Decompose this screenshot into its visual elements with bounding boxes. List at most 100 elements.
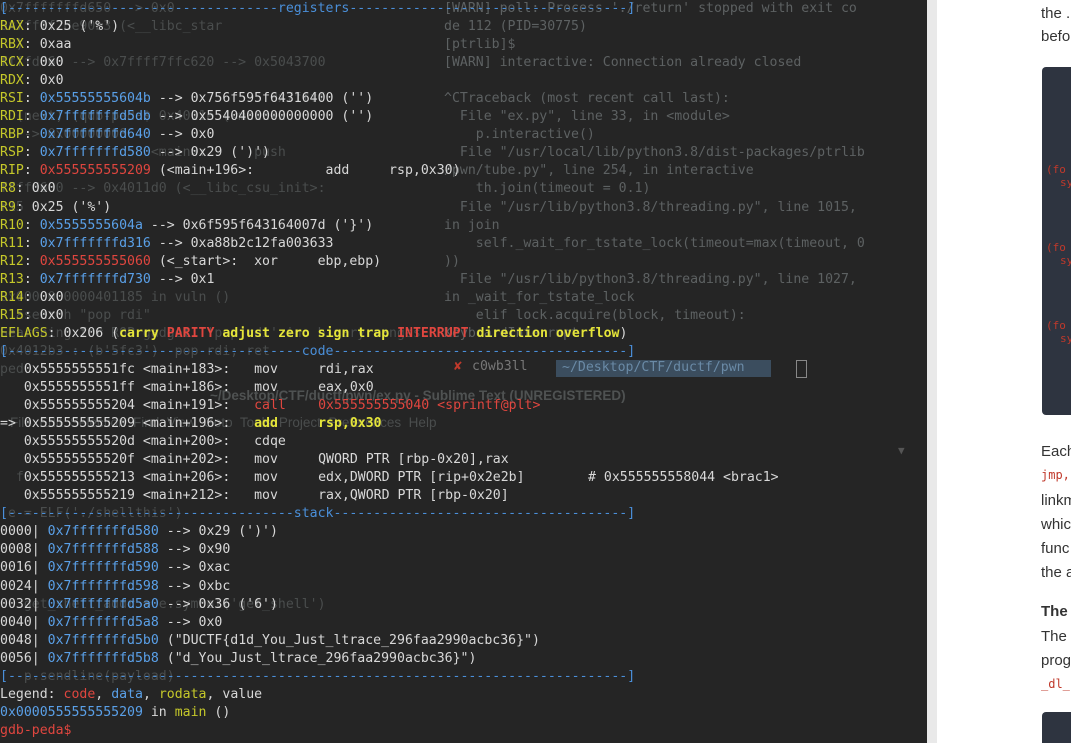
instruction-address: 0x55555555520d <main+200>: xyxy=(23,434,231,450)
stack-address: 0x7fffffffd598 xyxy=(47,578,159,594)
stack-offset: 0024| xyxy=(0,578,40,594)
register-row: R9: 0x25 ('%') xyxy=(0,199,779,217)
stack-offset: 0056| xyxy=(0,650,40,666)
doc-text: befo xyxy=(1041,28,1071,45)
instruction-operands: eax,0x0 xyxy=(318,379,374,395)
stack-row: 0008| 0x7fffffffd588 --> 0x90 xyxy=(0,541,779,559)
separator xyxy=(40,651,48,666)
register-value: 0x0 xyxy=(39,307,64,323)
instruction-address: 0x5555555551fc <main+183>: xyxy=(23,361,231,377)
eflag: overflow xyxy=(555,325,620,341)
current-instruction-marker xyxy=(0,398,24,413)
instruction-operands: QWORD PTR [rbp-0x20],rax xyxy=(318,452,509,468)
section-header: [----------------------------------regis… xyxy=(0,1,636,16)
panel-edge xyxy=(927,0,937,743)
separator xyxy=(230,398,254,413)
instruction-mnemonic: mov xyxy=(254,379,278,395)
code-row: 0x5555555551fc <main+183>: mov rdi,rax xyxy=(0,361,779,379)
doc-text: the a xyxy=(1041,564,1071,581)
current-instruction-marker xyxy=(0,470,24,485)
location-in: in xyxy=(142,704,175,720)
separator: : xyxy=(23,127,40,143)
stack-offset: 0048| xyxy=(0,632,40,648)
register-name: R11 xyxy=(0,235,24,251)
code-row: 0x555555555219 <main+212>: mov rax,QWORD … xyxy=(0,487,779,505)
separator xyxy=(40,615,48,630)
legend-data: data xyxy=(111,686,143,702)
eflag: sign xyxy=(317,325,350,341)
doc-code: _dl_ xyxy=(1041,677,1070,691)
terminal-window[interactable]: 0x7fffffffd650 --> 0x0 0x7ffff7de90b3 (<_… xyxy=(0,0,927,743)
separator: : xyxy=(15,181,32,197)
separator xyxy=(230,380,254,395)
separator: , xyxy=(206,686,223,702)
register-row: RDX: 0x0 xyxy=(0,72,779,90)
separator: : xyxy=(23,37,40,53)
stack-address: 0x7fffffffd5b0 xyxy=(47,632,159,648)
doc-text: The xyxy=(1041,628,1067,645)
register-address: 0x555555555060 xyxy=(39,253,151,269)
stack-header: [------------------------------------sta… xyxy=(0,505,779,523)
chevron-down-icon[interactable]: ▼ xyxy=(898,444,905,457)
stack-address: 0x7fffffffd580 xyxy=(47,524,159,540)
eflag: direction xyxy=(476,325,548,341)
separator xyxy=(270,326,278,341)
location-row: 0x0000555555555209 in main () xyxy=(0,704,779,722)
eflag: PARITY xyxy=(166,325,215,341)
stack-row: 0048| 0x7fffffffd5b0 ("DUCTF{d1d_You_Jus… xyxy=(0,632,779,650)
code-snippet: (fo xyxy=(1046,319,1066,332)
doc-text: Each xyxy=(1041,443,1071,460)
instruction-mnemonic: call xyxy=(254,398,286,414)
register-name: RSI xyxy=(0,91,24,107)
stack-row: 0024| 0x7fffffffd598 --> 0xbc xyxy=(0,578,779,596)
separator xyxy=(159,326,167,341)
separator xyxy=(230,434,254,449)
code-block xyxy=(1042,712,1071,743)
separator xyxy=(230,362,254,377)
terminal-cursor xyxy=(796,360,807,378)
instruction-address: 0x55555555520f <main+202>: xyxy=(23,452,231,468)
stack-address: 0x7fffffffd5a0 xyxy=(47,596,159,612)
stack-row: 0000| 0x7fffffffd580 --> 0x29 (')') xyxy=(0,523,779,541)
register-row: RBX: 0xaa xyxy=(0,36,779,54)
doc-text: func xyxy=(1041,540,1070,557)
register-deref: --> 0x0 xyxy=(150,127,215,143)
current-instruction-marker xyxy=(0,488,24,503)
separator: : xyxy=(23,55,40,71)
eflags-row: EFLAGS: 0x206 (carry PARITY adjust zero … xyxy=(0,325,779,343)
separator: : xyxy=(23,217,40,233)
instruction-operands: rdi,rax xyxy=(318,361,374,377)
eflag: adjust xyxy=(222,325,270,341)
separator: : xyxy=(23,73,40,89)
register-address: 0x7fffffffd316 xyxy=(39,235,151,251)
register-row: RSI: 0x55555555604b --> 0x756f595f643164… xyxy=(0,90,779,108)
register-row: R12: 0x555555555060 (<_start>: xor ebp,e… xyxy=(0,253,779,271)
separator: , xyxy=(95,686,112,702)
register-row: RAX: 0x25 ('%') xyxy=(0,18,779,36)
separator xyxy=(230,488,254,503)
register-row: RDI: 0x7fffffffd5db --> 0x55404000000000… xyxy=(0,108,779,126)
stack-offset: 0016| xyxy=(0,560,40,576)
register-address: 0x55555555604b xyxy=(39,91,151,107)
eflag: zero xyxy=(277,325,310,341)
eflags-value: 0x206 ( xyxy=(63,325,120,341)
register-row: RBP: 0x7fffffffd640 --> 0x0 xyxy=(0,126,779,144)
instruction-mnemonic: mov xyxy=(254,470,278,486)
separator xyxy=(469,326,477,341)
register-name: EFLAGS xyxy=(0,325,48,341)
register-deref: --> 0x29 (')') xyxy=(150,145,270,161)
register-row: RCX: 0x0 xyxy=(0,54,779,72)
instruction-address: 0x555555555213 <main+206>: xyxy=(23,470,231,486)
code-row: 0x555555555204 <main+191>: call 0x5555555… xyxy=(0,397,779,415)
instruction-address: 0x5555555551ff <main+186>: xyxy=(23,379,231,395)
stack-address: 0x7fffffffd590 xyxy=(47,560,159,576)
section-header: [---------------------------------------… xyxy=(0,668,636,684)
code-snippet: sy xyxy=(1060,332,1071,345)
instruction-operands: rsp,0x30 xyxy=(318,416,382,432)
code-row: 0x555555555213 <main+206>: mov edx,DWORD … xyxy=(0,469,779,487)
register-deref: --> 0x1 xyxy=(150,271,215,287)
register-name: RBP xyxy=(0,127,24,143)
prompt-row[interactable]: gdb-peda$ xyxy=(0,722,779,740)
current-instruction-marker xyxy=(0,452,24,467)
register-row: RIP: 0x555555555209 (<main+196>: add rsp… xyxy=(0,162,779,180)
